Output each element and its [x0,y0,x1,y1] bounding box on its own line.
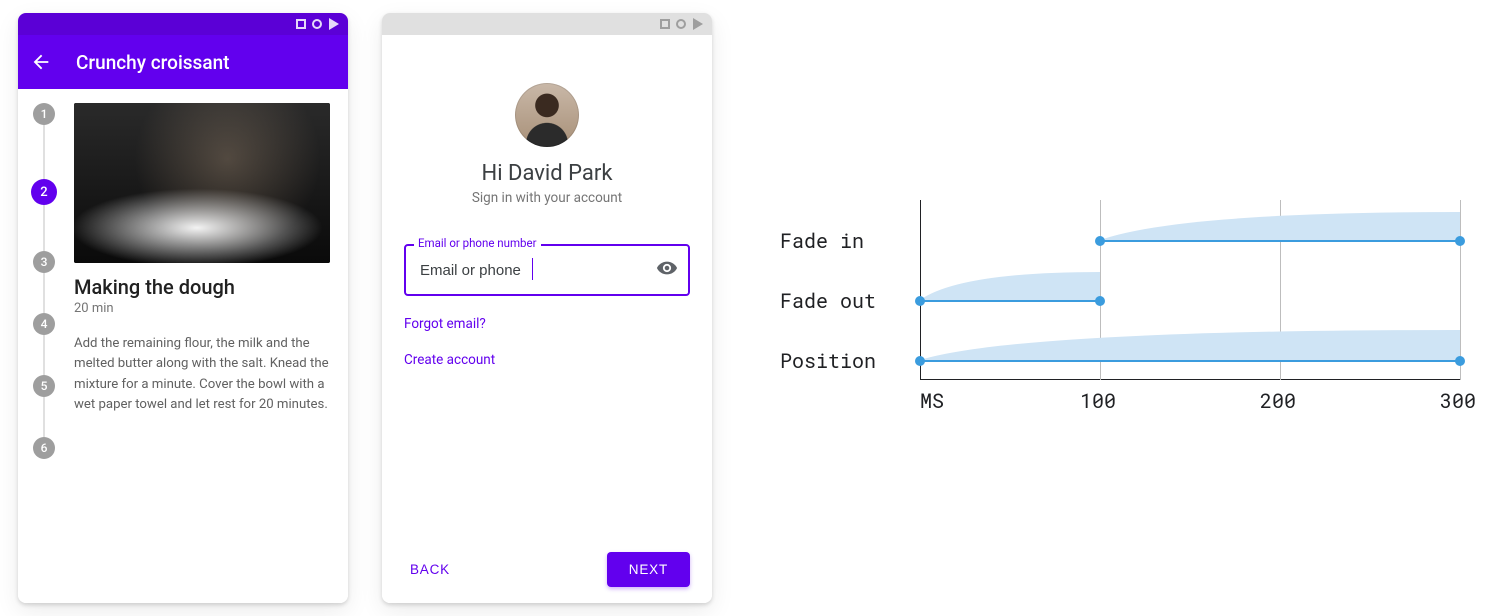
recipe-body: 1 2 3 4 5 6 Making the dough 20 min Add … [18,89,348,603]
status-bar [382,13,712,35]
range-dot [1455,356,1465,366]
series-label-fade-in: Fade in [780,228,864,254]
step-5[interactable]: 5 [33,375,55,397]
appbar: Crunchy croissant [18,35,348,89]
create-account-link[interactable]: Create account [404,352,690,368]
back-arrow-icon[interactable] [30,51,52,73]
signin-device: Hi David Park Sign in with your account … [382,13,712,603]
step-connector [43,273,45,313]
step-title: Making the dough [74,275,330,299]
step-connector [43,205,45,251]
range-dot [1455,236,1465,246]
status-circle-icon [312,19,322,29]
step-4[interactable]: 4 [33,313,55,335]
chart-plot [920,200,1460,380]
x-axis [920,379,1460,380]
step-connector [43,125,45,179]
step-1[interactable]: 1 [33,103,55,125]
email-field-label: Email or phone number [414,236,541,250]
tick-100: 100 [1080,388,1116,414]
range-dot [915,356,925,366]
range-position [920,360,1460,362]
curve-position [920,328,1460,360]
step-time: 20 min [74,301,330,316]
status-triangle-icon [329,18,339,30]
email-field-wrapper: Email or phone number [404,244,690,296]
tick-300: 300 [1440,388,1476,414]
range-dot [1095,236,1105,246]
stepper: 1 2 3 4 5 6 [32,103,56,459]
range-dot [1095,296,1105,306]
gridline-300 [1460,200,1461,380]
range-fade-in [1100,240,1460,242]
status-square-icon [660,19,670,29]
visibility-icon[interactable] [656,257,678,283]
curve-fade-in [1100,210,1460,240]
action-row: BACK NEXT [404,540,690,587]
step-2[interactable]: 2 [31,179,57,205]
greeting: Hi David Park [404,161,690,186]
status-circle-icon [676,19,686,29]
step-connector [43,335,45,375]
tick-200: 200 [1260,388,1296,414]
status-triangle-icon [693,18,703,30]
range-fade-out [920,300,1100,302]
curve-fade-out [920,270,1100,300]
series-label-position: Position [780,348,876,374]
email-field[interactable] [404,244,690,296]
next-button[interactable]: NEXT [607,552,690,587]
step-connector [43,397,45,437]
signin-body: Hi David Park Sign in with your account … [382,35,712,603]
status-square-icon [296,19,306,29]
back-button[interactable]: BACK [404,554,456,585]
recipe-image [74,103,330,263]
x-axis-label: MS [920,388,944,414]
series-label-fade-out: Fade out [780,288,876,314]
timing-chart: Fade in Fade out Position MS 100 200 300 [780,200,1480,430]
range-dot [915,296,925,306]
appbar-title: Crunchy croissant [76,51,230,74]
forgot-email-link[interactable]: Forgot email? [404,316,690,332]
text-caret [532,258,533,280]
step-6[interactable]: 6 [33,437,55,459]
recipe-device: Crunchy croissant 1 2 3 4 5 6 Making the… [18,13,348,603]
avatar [515,83,579,147]
step-description: Add the remaining flour, the milk and th… [74,334,330,416]
status-bar [18,13,348,35]
step-3[interactable]: 3 [33,251,55,273]
sub-greeting: Sign in with your account [404,190,690,206]
